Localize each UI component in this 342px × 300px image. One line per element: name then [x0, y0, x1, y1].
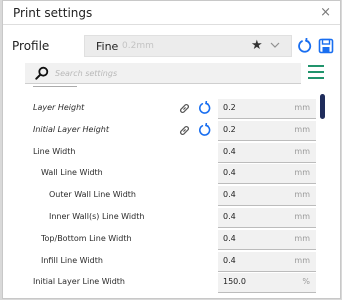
setting-label: Layer Height — [33, 103, 85, 112]
setting-value: 0.2 — [223, 124, 236, 134]
setting-value: 0.4 — [223, 168, 236, 178]
setting-value: 0.2 — [223, 103, 236, 112]
setting-unit: mm — [294, 190, 310, 200]
panel-header: Print settings × — [3, 1, 340, 25]
setting-value-input[interactable]: 0.2 mm — [218, 99, 316, 119]
profile-selected-sub: 0.2mm — [122, 41, 154, 51]
profile-label: Profile — [12, 39, 50, 53]
reset-icon[interactable] — [297, 38, 313, 54]
setting-unit: mm — [294, 146, 310, 156]
setting-value-input[interactable]: 150.0% — [218, 273, 316, 294]
search-box[interactable] — [25, 63, 301, 84]
close-icon[interactable]: × — [320, 5, 331, 20]
setting-value: 0.4 — [223, 146, 236, 156]
link-icon — [180, 104, 189, 113]
setting-row: Layer Height 0.2 mm — [3, 98, 323, 120]
undo-icon[interactable] — [198, 122, 212, 137]
search-icon — [35, 66, 49, 80]
setting-value: 0.4 — [223, 255, 236, 265]
setting-row: Inner Wall(s) Line Width 0.4 mm — [3, 207, 323, 229]
setting-row: Initial Layer Height 0.2 mm — [3, 120, 323, 142]
setting-unit: % — [302, 277, 310, 287]
setting-label: Line Width — [33, 146, 76, 156]
profile-dropdown[interactable]: Fine 0.2mm ★ — [84, 35, 292, 57]
star-icon[interactable]: ★ — [251, 38, 263, 53]
chevron-down-icon — [270, 42, 280, 48]
profile-selected-name: Fine — [96, 40, 119, 53]
setting-row: Outer Wall Line Width 0.4 mm — [3, 185, 323, 207]
setting-value: 0.4 — [223, 233, 236, 243]
setting-value-input[interactable]: 0.4 mm — [218, 229, 316, 250]
save-icon[interactable] — [318, 38, 334, 54]
setting-value-input[interactable]: 0.4 mm — [218, 186, 316, 207]
search-row — [3, 63, 340, 85]
setting-label: Initial Layer Line Width — [33, 277, 125, 287]
setting-label: Inner Wall(s) Line Width — [49, 212, 145, 221]
setting-value: 150.0 — [223, 277, 246, 287]
setting-label: Initial Layer Height — [33, 124, 109, 134]
setting-value-input[interactable]: 0.4 mm — [218, 142, 316, 163]
setting-value-input[interactable]: 0.4 mm — [218, 208, 316, 228]
setting-row: Initial Layer Line Width 150.0% — [3, 272, 323, 294]
setting-value-input[interactable]: 0.2 mm — [218, 120, 316, 141]
setting-unit: mm — [294, 233, 310, 243]
scrolled-row-remnant — [33, 86, 77, 90]
setting-value: 0.4 — [223, 212, 236, 221]
search-input[interactable] — [55, 66, 285, 80]
link-icon — [180, 125, 189, 135]
panel-title: Print settings — [13, 6, 93, 20]
profile-row: Profile Fine 0.2mm ★ — [3, 33, 340, 59]
setting-unit: mm — [294, 103, 310, 112]
scrollbar-handle[interactable] — [320, 94, 325, 119]
setting-value: 0.4 — [223, 190, 236, 200]
setting-row: Wall Line Width 0.4 mm — [3, 163, 323, 185]
print-settings-panel: Print settings × Profile Fine 0.2mm ★ Se… — [2, 0, 341, 299]
settings-list[interactable]: Layer Height 0.2 mm Initial Layer Height 0.2… — [3, 86, 340, 298]
setting-label: Infill Line Width — [41, 255, 103, 265]
setting-label: Wall Line Width — [41, 168, 103, 178]
setting-row: Top/Bottom Line Width 0.4 mm — [3, 229, 323, 251]
undo-icon[interactable] — [198, 101, 212, 115]
setting-row: Line Width 0.4 mm — [3, 142, 323, 164]
menu-icon[interactable] — [308, 65, 324, 79]
setting-unit: mm — [294, 124, 310, 134]
setting-value-input[interactable]: 0.4 mm — [218, 251, 316, 272]
setting-value-input[interactable]: 0.4 mm — [218, 164, 316, 185]
setting-unit: mm — [294, 255, 310, 265]
setting-unit: mm — [294, 212, 310, 221]
setting-label: Top/Bottom Line Width — [41, 233, 132, 243]
setting-label: Outer Wall Line Width — [49, 190, 137, 200]
setting-row: Infill Line Width 0.4 mm — [3, 251, 323, 273]
setting-unit: mm — [294, 168, 310, 178]
